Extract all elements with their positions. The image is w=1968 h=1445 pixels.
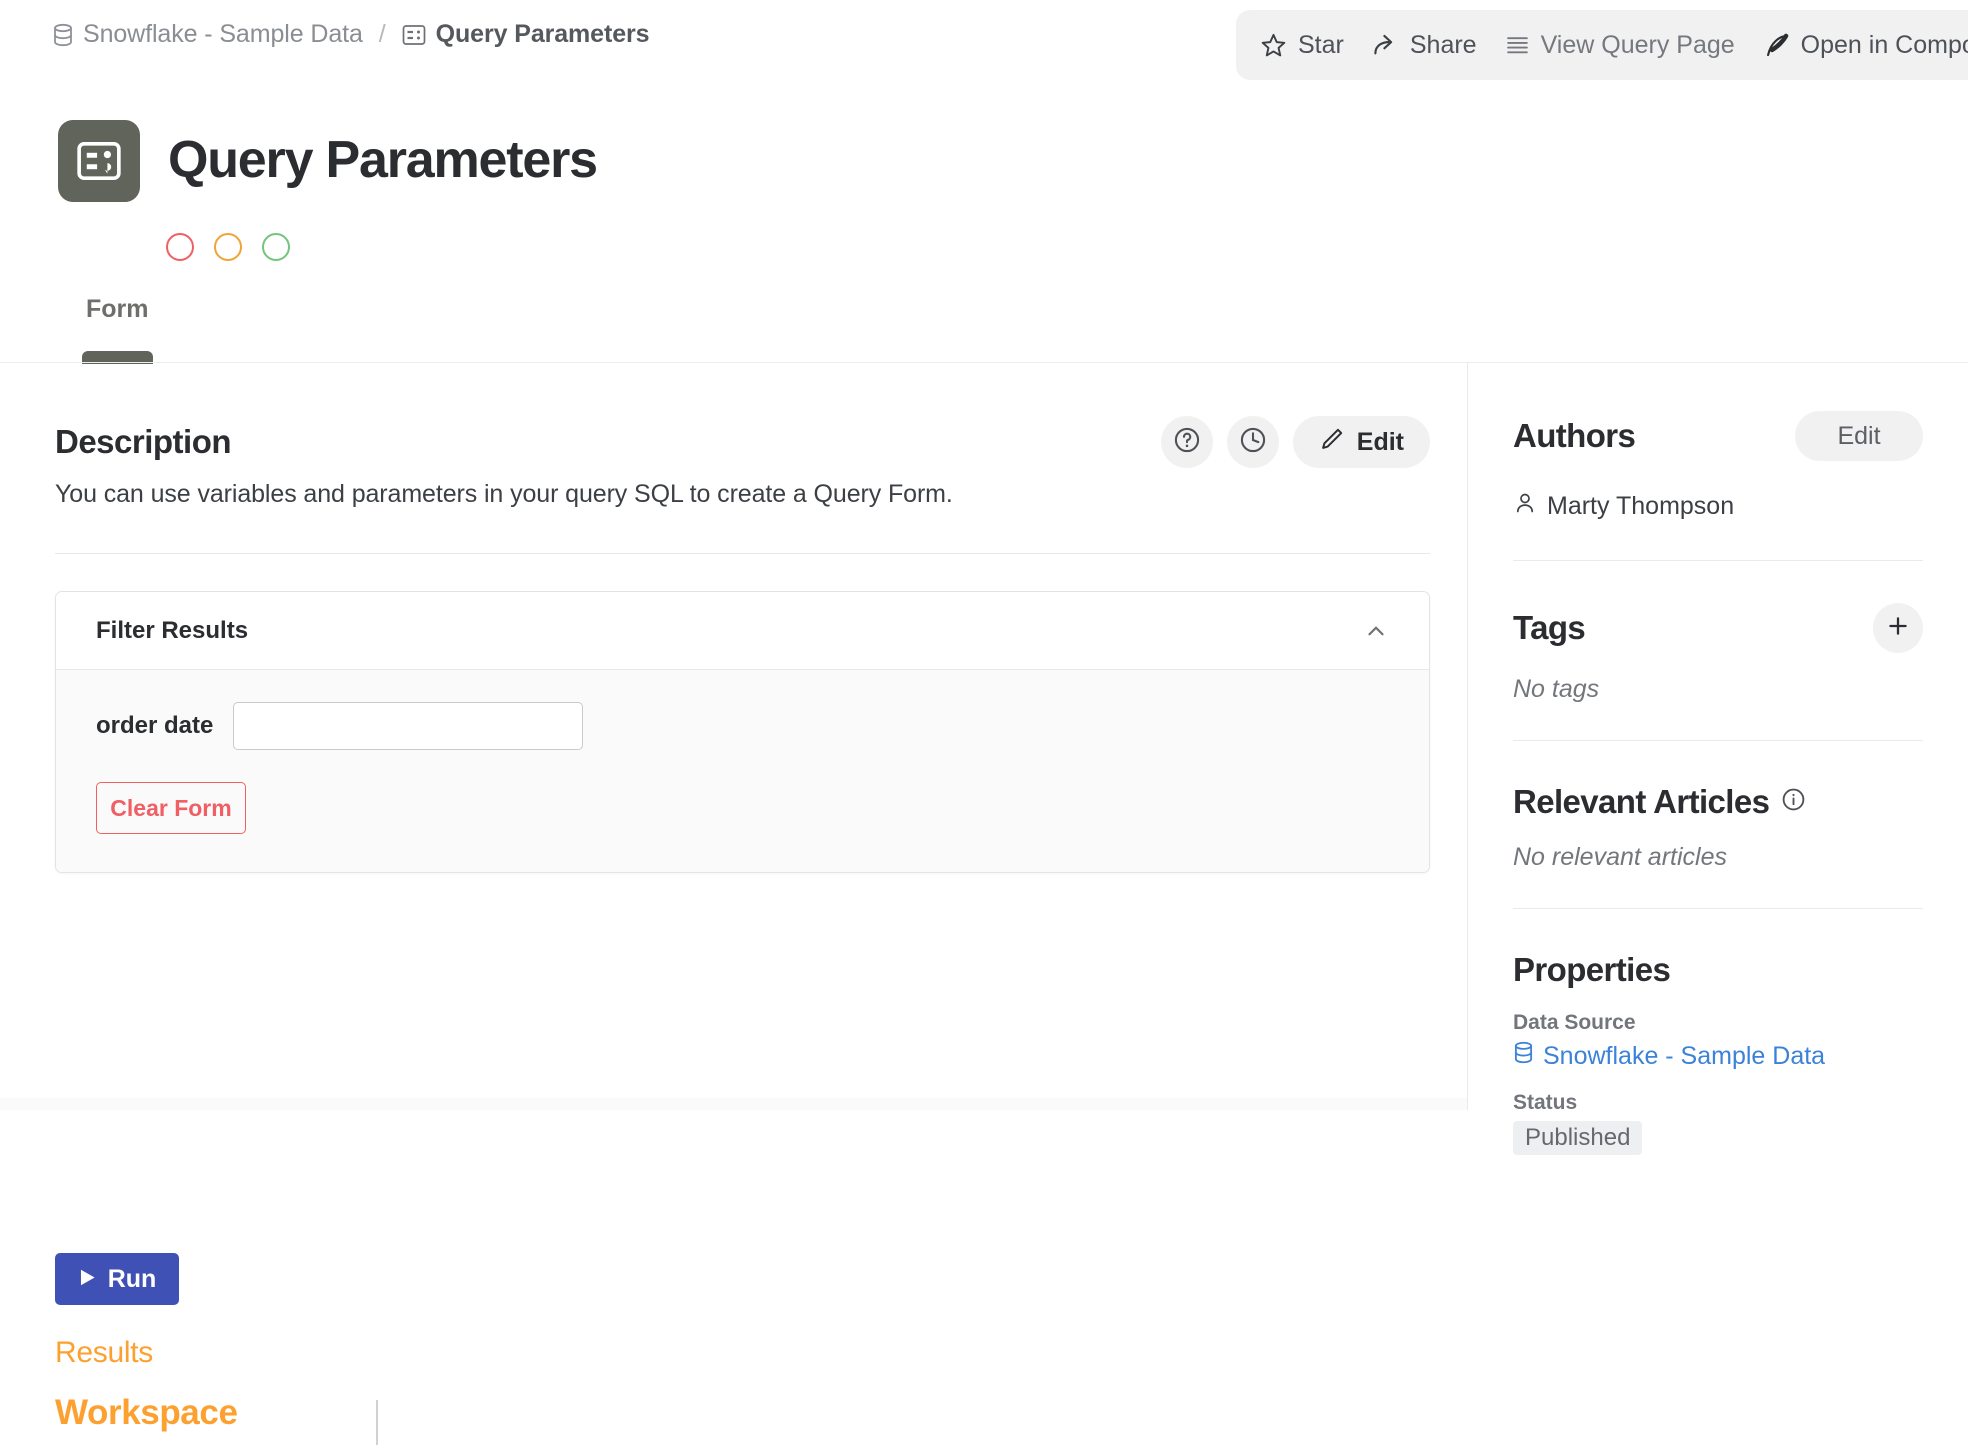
description-body: You can use variables and parameters in … bbox=[55, 480, 953, 508]
list-icon bbox=[1505, 33, 1530, 58]
tags-title: Tags bbox=[1513, 609, 1586, 646]
query-form-icon bbox=[58, 120, 140, 202]
orange-circle[interactable] bbox=[214, 233, 242, 261]
breadcrumb-source[interactable]: Snowflake - Sample Data bbox=[83, 20, 363, 49]
status-label: Status bbox=[1513, 1091, 1578, 1114]
person-icon bbox=[1513, 491, 1537, 522]
question-circle-icon bbox=[1173, 426, 1201, 459]
edit-description-label: Edit bbox=[1356, 427, 1404, 456]
run-label: Run bbox=[107, 1264, 157, 1293]
share-label: Share bbox=[1409, 30, 1477, 59]
filter-results-card: Filter Results order date Clear Form bbox=[55, 591, 1430, 873]
workspace-section-label: Workspace bbox=[55, 1393, 238, 1432]
share-button[interactable]: Share bbox=[1372, 31, 1477, 60]
add-tag-button[interactable] bbox=[1873, 603, 1923, 653]
chevron-up-icon[interactable] bbox=[1363, 618, 1389, 644]
pencil-icon bbox=[1319, 426, 1345, 459]
relevant-articles-empty-text: No relevant articles bbox=[1513, 843, 1727, 871]
data-source-value: Snowflake - Sample Data bbox=[1543, 1041, 1826, 1070]
help-button[interactable] bbox=[1160, 416, 1213, 468]
data-source-link[interactable]: Snowflake - Sample Data bbox=[1513, 1041, 1923, 1071]
description-divider bbox=[55, 553, 1430, 554]
form-field-order-date: order date bbox=[96, 702, 1389, 750]
breadcrumb-separator: / bbox=[378, 20, 386, 48]
filter-results-title: Filter Results bbox=[96, 616, 249, 644]
page-action-toolbar: Star Share View Query Page Open in Comp bbox=[1236, 10, 1968, 80]
tab-form-label: Form bbox=[86, 295, 149, 323]
clear-form-button[interactable]: Clear Form bbox=[96, 782, 246, 834]
tab-form[interactable]: Form bbox=[58, 295, 177, 364]
tab-bar: Form bbox=[58, 295, 177, 364]
filter-results-body: order date Clear Form bbox=[56, 670, 1429, 872]
history-button[interactable] bbox=[1226, 416, 1279, 468]
authors-title: Authors bbox=[1513, 417, 1636, 454]
tags-header: Tags bbox=[1513, 603, 1923, 653]
top-bar: Snowflake - Sample Data / Query Paramete… bbox=[0, 0, 1968, 90]
info-circle-icon[interactable] bbox=[1781, 787, 1806, 817]
clock-icon bbox=[1239, 426, 1267, 459]
relevant-articles-title: Relevant Articles bbox=[1513, 783, 1770, 820]
open-in-compose-label: Open in Compose bbox=[1800, 30, 1968, 59]
filter-results-header[interactable]: Filter Results bbox=[56, 592, 1429, 670]
tags-empty-text: No tags bbox=[1513, 675, 1600, 703]
database-icon bbox=[52, 23, 74, 47]
description-actions: Edit bbox=[1160, 416, 1430, 468]
author-name: Marty Thompson bbox=[1547, 492, 1735, 520]
view-query-page-label: View Query Page bbox=[1540, 30, 1735, 59]
green-circle[interactable] bbox=[262, 233, 290, 261]
page-header: Query Parameters bbox=[58, 120, 598, 202]
sidebar-divider-2 bbox=[1513, 740, 1923, 741]
plus-icon bbox=[1885, 613, 1911, 644]
query-form-icon bbox=[402, 24, 426, 46]
authors-header: Authors Edit bbox=[1513, 411, 1923, 461]
edit-authors-button[interactable]: Edit bbox=[1795, 411, 1923, 461]
breadcrumb-current: Query Parameters bbox=[402, 20, 650, 49]
page-title: Query Parameters bbox=[168, 131, 598, 189]
order-date-input[interactable] bbox=[233, 702, 584, 750]
star-button[interactable]: Star bbox=[1260, 31, 1344, 60]
author-item: Marty Thompson bbox=[1513, 491, 1923, 522]
breadcrumb-current-label: Query Parameters bbox=[435, 20, 650, 48]
view-query-page-button[interactable]: View Query Page bbox=[1505, 31, 1735, 60]
main-content: Description Edit You can use variables a… bbox=[0, 363, 1467, 1445]
relevant-articles-header: Relevant Articles bbox=[1513, 783, 1923, 821]
status-dots bbox=[166, 233, 290, 261]
details-sidebar: Authors Edit Marty Thompson Tags No tags… bbox=[1468, 363, 1968, 1155]
workspace-divider bbox=[376, 1400, 378, 1445]
order-date-label: order date bbox=[96, 712, 214, 739]
data-source-label: Data Source bbox=[1513, 1011, 1636, 1034]
description-header: Description Edit bbox=[55, 416, 1430, 468]
feather-pen-icon bbox=[1763, 32, 1790, 59]
results-section-label: Results bbox=[55, 1336, 153, 1369]
sidebar-divider-3 bbox=[1513, 908, 1923, 909]
database-icon bbox=[1513, 1041, 1534, 1071]
run-button[interactable]: Run bbox=[55, 1253, 179, 1305]
edit-description-button[interactable]: Edit bbox=[1292, 416, 1430, 468]
properties-title: Properties bbox=[1513, 951, 1671, 988]
play-icon bbox=[78, 1265, 97, 1294]
breadcrumb: Snowflake - Sample Data / Query Paramete… bbox=[52, 20, 650, 49]
description-title: Description bbox=[55, 423, 232, 460]
status-badge: Published bbox=[1513, 1121, 1643, 1155]
sidebar-divider-1 bbox=[1513, 560, 1923, 561]
star-icon bbox=[1260, 32, 1287, 59]
share-icon bbox=[1372, 32, 1399, 59]
star-label: Star bbox=[1298, 30, 1344, 59]
red-circle[interactable] bbox=[166, 233, 194, 261]
open-in-compose-button[interactable]: Open in Compose bbox=[1763, 31, 1968, 60]
